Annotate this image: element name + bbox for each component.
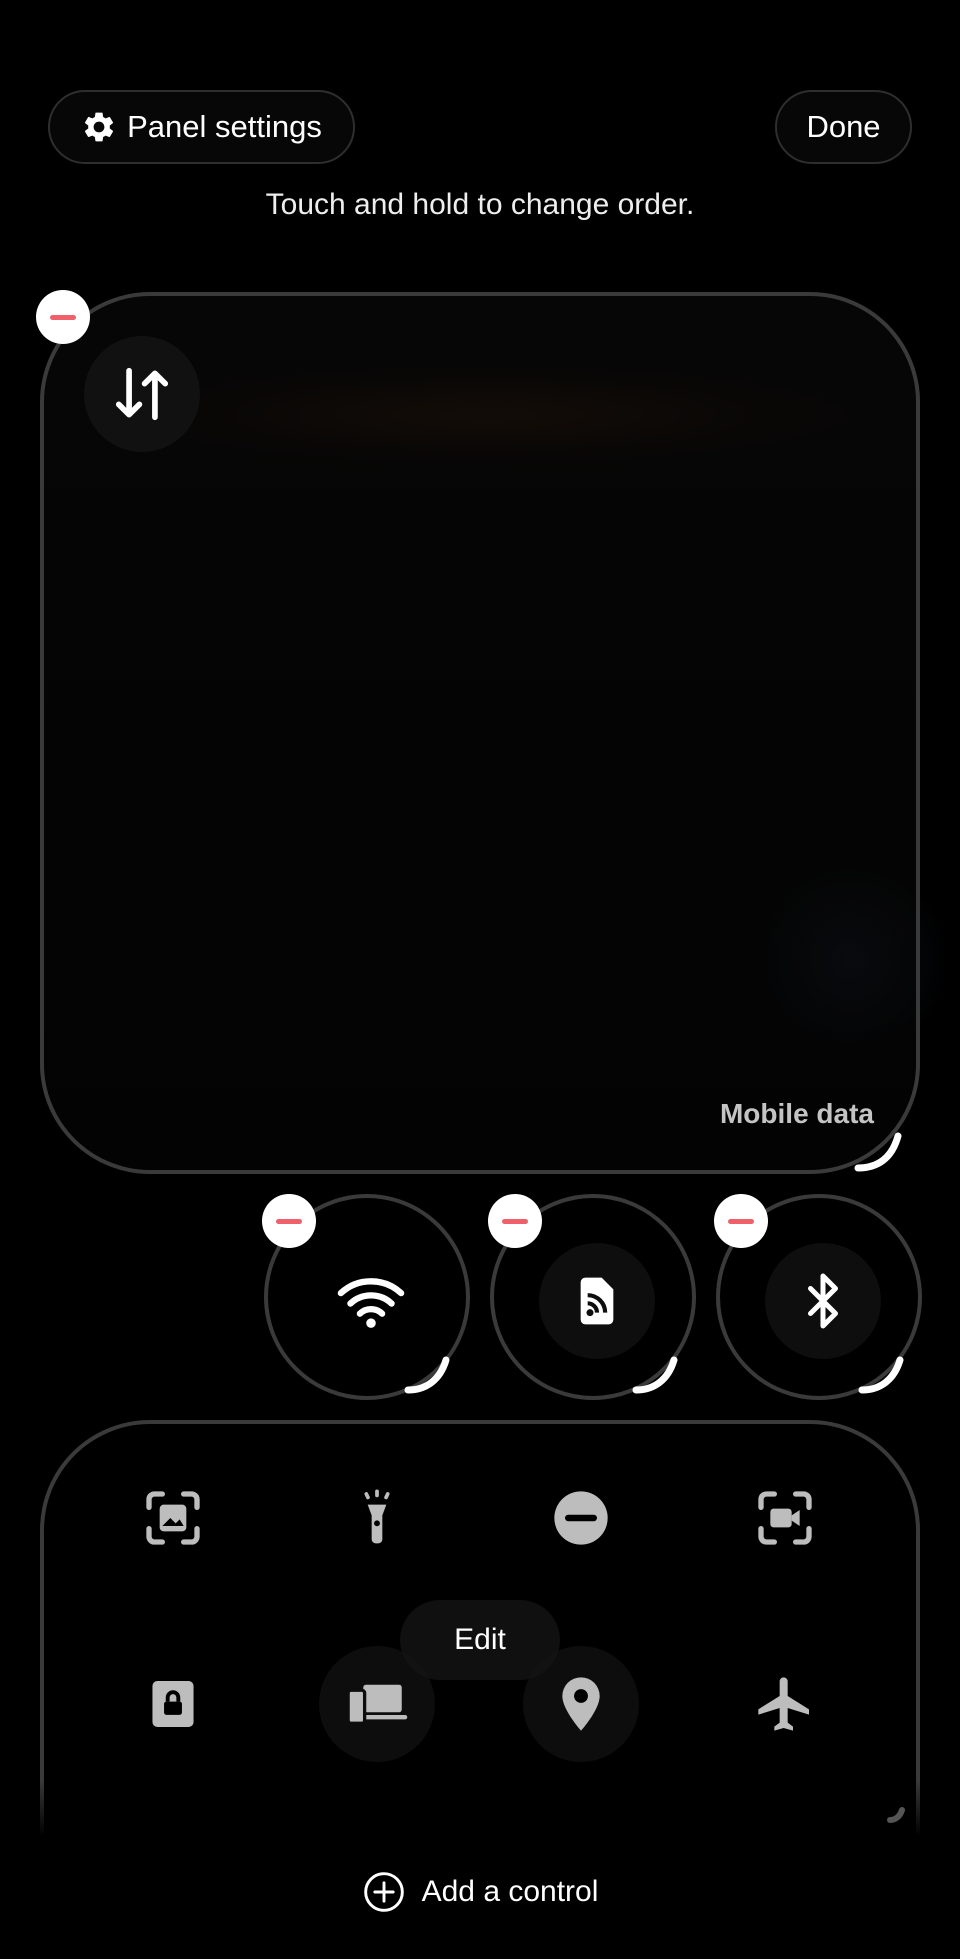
secure-folder-button[interactable] bbox=[115, 1646, 231, 1762]
edit-button[interactable]: Edit bbox=[400, 1600, 560, 1680]
remove-bluetooth-button[interactable] bbox=[714, 1194, 768, 1248]
do-not-disturb-button[interactable] bbox=[523, 1460, 639, 1576]
link-to-windows-icon bbox=[346, 1684, 408, 1725]
airplane-mode-button[interactable] bbox=[727, 1646, 843, 1762]
edit-label: Edit bbox=[454, 1623, 506, 1656]
done-button[interactable]: Done bbox=[775, 90, 912, 164]
mobile-data-tile[interactable]: Mobile data bbox=[40, 292, 920, 1174]
screenshot-button[interactable] bbox=[115, 1460, 231, 1576]
resize-handle-mobile-data[interactable] bbox=[852, 1128, 908, 1176]
airplane-mode-icon bbox=[758, 1677, 809, 1731]
resize-handle-wifi[interactable] bbox=[400, 1350, 456, 1398]
done-label: Done bbox=[806, 109, 881, 144]
remove-mobile-data-button[interactable] bbox=[36, 290, 90, 344]
secure-folder-icon bbox=[152, 1681, 194, 1727]
mobile-data-label: Mobile data bbox=[719, 1098, 874, 1129]
reorder-hint: Touch and hold to change order. bbox=[265, 188, 695, 221]
resize-handle-bluetooth[interactable] bbox=[854, 1350, 910, 1398]
add-circle-icon bbox=[363, 1872, 404, 1912]
screen-record-icon bbox=[758, 1491, 812, 1545]
data-transfer-icon bbox=[115, 367, 169, 421]
resize-handle-panel[interactable] bbox=[886, 1806, 910, 1830]
screen-record-button[interactable] bbox=[727, 1460, 843, 1576]
wifi-icon bbox=[337, 1278, 405, 1328]
remove-cast-button[interactable] bbox=[488, 1194, 542, 1248]
panel-settings-label: Panel settings bbox=[127, 109, 322, 144]
location-icon bbox=[562, 1677, 600, 1731]
screenshot-icon bbox=[146, 1491, 200, 1545]
panel-settings-button[interactable]: Panel settings bbox=[48, 90, 355, 164]
flashlight-button[interactable] bbox=[319, 1460, 435, 1576]
add-control-label: Add a control bbox=[421, 1875, 599, 1908]
add-control-button[interactable]: Add a control bbox=[0, 1862, 960, 1922]
remove-wifi-button[interactable] bbox=[262, 1194, 316, 1248]
flashlight-icon bbox=[364, 1489, 390, 1544]
cast-icon bbox=[580, 1277, 614, 1325]
resize-handle-cast[interactable] bbox=[628, 1350, 684, 1398]
gear-icon bbox=[85, 112, 114, 142]
do-not-disturb-icon bbox=[554, 1491, 608, 1545]
data-transfer-icon-wrap bbox=[84, 336, 200, 452]
panel-fade bbox=[36, 1780, 924, 1860]
bluetooth-icon bbox=[808, 1273, 838, 1329]
